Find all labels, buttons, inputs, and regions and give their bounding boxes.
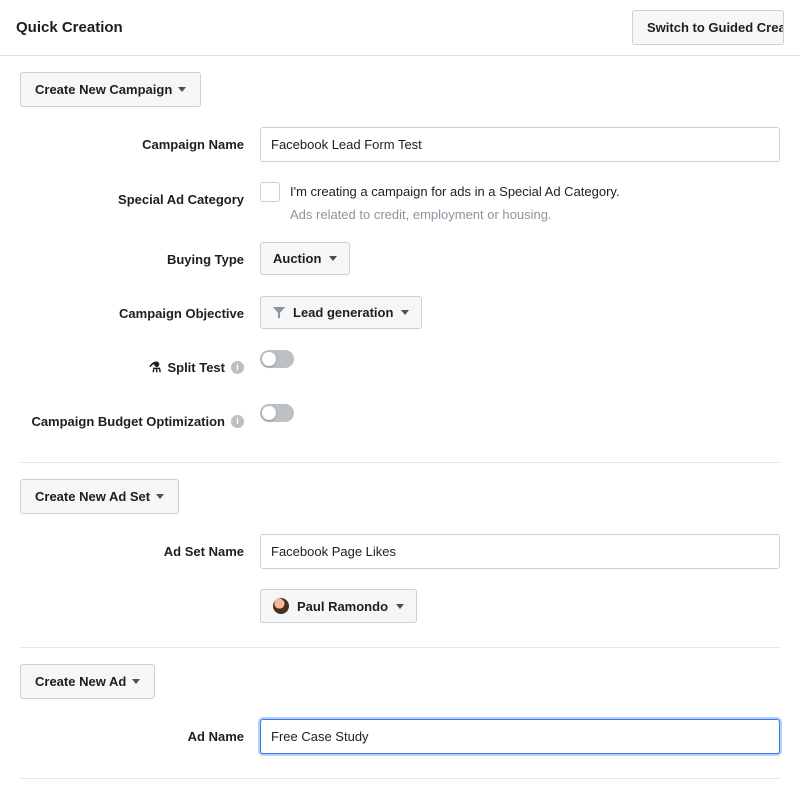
page-avatar: [273, 598, 289, 614]
budget-optimization-toggle[interactable]: [260, 404, 294, 422]
page-select[interactable]: Paul Ramondo: [260, 589, 417, 623]
flask-icon: ⚗: [149, 360, 162, 374]
page-name: Paul Ramondo: [297, 599, 388, 614]
budget-optimization-row: Campaign Budget Optimization i: [20, 404, 780, 438]
buying-type-value: Auction: [273, 251, 321, 266]
page-title: Quick Creation: [16, 19, 123, 36]
create-new-campaign-label: Create New Campaign: [35, 82, 172, 97]
special-ad-category-text: I'm creating a campaign for ads in a Spe…: [290, 182, 620, 202]
section-divider: [20, 778, 780, 779]
buying-type-label: Buying Type: [20, 242, 260, 276]
special-ad-category-row: Special Ad Category I'm creating a campa…: [20, 182, 780, 222]
create-new-ad-label: Create New Ad: [35, 674, 126, 689]
caret-down-icon: [396, 604, 404, 609]
campaign-objective-label: Campaign Objective: [20, 296, 260, 330]
adset-name-label: Ad Set Name: [20, 534, 260, 568]
info-icon[interactable]: i: [231, 361, 244, 374]
info-icon[interactable]: i: [231, 415, 244, 428]
split-test-toggle[interactable]: [260, 350, 294, 368]
create-new-adset-dropdown[interactable]: Create New Ad Set: [20, 479, 179, 514]
campaign-name-input[interactable]: [260, 127, 780, 162]
ad-name-label: Ad Name: [20, 719, 260, 753]
buying-type-row: Buying Type Auction: [20, 242, 780, 276]
header-bar: Quick Creation Switch to Guided Creation: [0, 0, 800, 56]
campaign-name-row: Campaign Name: [20, 127, 780, 162]
ad-name-input[interactable]: [260, 719, 780, 754]
campaign-objective-value: Lead generation: [293, 305, 393, 320]
funnel-icon: [273, 307, 285, 319]
create-new-ad-dropdown[interactable]: Create New Ad: [20, 664, 155, 699]
split-test-label: Split Test: [167, 360, 225, 375]
special-ad-category-label: Special Ad Category: [20, 182, 260, 216]
adset-name-row: Ad Set Name: [20, 534, 780, 569]
split-test-row: ⚗ Split Test i: [20, 350, 780, 384]
ad-name-row: Ad Name: [20, 719, 780, 754]
adset-name-input[interactable]: [260, 534, 780, 569]
campaign-objective-select[interactable]: Lead generation: [260, 296, 422, 329]
switch-to-guided-button[interactable]: Switch to Guided Creation: [632, 10, 784, 45]
budget-optimization-label: Campaign Budget Optimization: [31, 414, 225, 429]
caret-down-icon: [178, 87, 186, 92]
create-new-campaign-dropdown[interactable]: Create New Campaign: [20, 72, 201, 107]
caret-down-icon: [156, 494, 164, 499]
create-new-adset-label: Create New Ad Set: [35, 489, 150, 504]
special-ad-category-checkbox[interactable]: [260, 182, 280, 202]
caret-down-icon: [132, 679, 140, 684]
adset-page-row: Paul Ramondo: [20, 589, 780, 623]
campaign-name-label: Campaign Name: [20, 127, 260, 161]
special-ad-category-help: Ads related to credit, employment or hou…: [290, 207, 620, 222]
buying-type-select[interactable]: Auction: [260, 242, 350, 275]
caret-down-icon: [329, 256, 337, 261]
campaign-objective-row: Campaign Objective Lead generation: [20, 296, 780, 330]
quick-creation-form: Create New Campaign Campaign Name Specia…: [0, 56, 800, 779]
caret-down-icon: [401, 310, 409, 315]
